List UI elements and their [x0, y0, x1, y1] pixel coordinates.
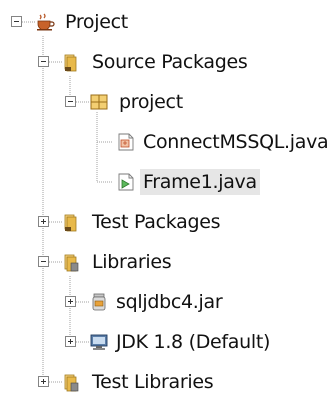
java-form-icon — [118, 173, 134, 191]
tree-node-project[interactable]: Project — [0, 7, 334, 37]
tree-node-package-project[interactable]: project — [0, 87, 334, 117]
tree-node-source-packages[interactable]: Source Packages — [0, 47, 334, 77]
tree-node-label: ConnectMSSQL.java — [143, 131, 329, 153]
project-tree: Project Source Packages project ConnectM… — [0, 0, 334, 398]
library-folder-icon — [64, 254, 79, 272]
tree-node-label: Test Libraries — [92, 371, 214, 393]
tree-node-label: project — [119, 91, 183, 113]
tree-node-label: Source Packages — [92, 51, 248, 73]
expand-toggle-test-packages[interactable] — [38, 216, 49, 227]
source-folder-icon — [64, 54, 77, 72]
tree-node-label: Libraries — [92, 251, 172, 273]
tree-node-label: Test Packages — [92, 211, 221, 233]
tree-node-lib-sqljdbc4[interactable]: sqljdbc4.jar — [0, 287, 334, 317]
jdk-icon — [90, 334, 108, 350]
coffee-cup-icon — [37, 13, 55, 31]
java-class-icon — [118, 133, 134, 151]
tree-node-lib-jdk[interactable]: JDK 1.8 (Default) — [0, 327, 334, 357]
collapse-toggle-package-project[interactable] — [65, 96, 76, 107]
collapse-toggle-source-packages[interactable] — [38, 56, 49, 67]
tree-node-test-libraries[interactable]: Test Libraries — [0, 367, 334, 397]
tree-node-file-frame1[interactable]: Frame1.java — [0, 167, 334, 197]
collapse-toggle-libraries[interactable] — [38, 256, 49, 267]
tree-node-label: sqljdbc4.jar — [116, 291, 223, 313]
tree-node-label: Frame1.java — [140, 169, 260, 195]
tree-node-label: JDK 1.8 (Default) — [116, 331, 271, 353]
expand-toggle-sqljdbc4[interactable] — [65, 296, 76, 307]
package-icon — [90, 94, 108, 110]
tree-node-label: Project — [65, 11, 128, 33]
tree-node-test-packages[interactable]: Test Packages — [0, 207, 334, 237]
jar-icon — [92, 293, 106, 311]
test-folder-icon — [64, 214, 77, 232]
expand-toggle-jdk[interactable] — [65, 336, 76, 347]
tree-node-libraries[interactable]: Libraries — [0, 247, 334, 277]
expand-toggle-test-libraries[interactable] — [38, 376, 49, 387]
test-library-folder-icon — [64, 374, 79, 392]
tree-node-file-connectmssql[interactable]: ConnectMSSQL.java — [0, 127, 334, 157]
collapse-toggle-project[interactable] — [11, 16, 22, 27]
